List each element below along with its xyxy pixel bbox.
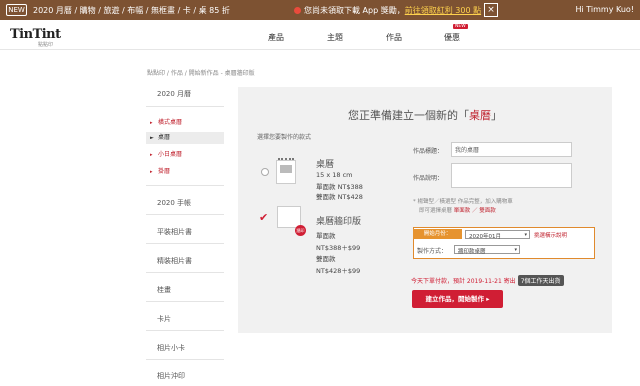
sidebar-cat-paperback-book[interactable]: 平裝相片書 (157, 227, 192, 237)
product-size: 15 x 18 cm (316, 171, 353, 179)
method-select[interactable]: 牆印款桌曆 ▾ (454, 245, 520, 255)
sidebar-divider (146, 330, 224, 331)
start-month-value: 2020年01月 (469, 234, 501, 240)
style-radio-desk[interactable] (261, 168, 269, 176)
start-month-label: 開始月份： (413, 229, 462, 239)
claim-bonus-link[interactable]: 前往領取紅利 300 點 (405, 6, 481, 15)
product-name: 桌曆 (316, 160, 335, 170)
sidebar-cat-photo-cards[interactable]: 相片小卡 (157, 343, 185, 353)
sidebar-item-label: 桌曆 (158, 134, 171, 141)
sidebar-item-landscape-calendar[interactable]: ▸ 橫式桌曆 (146, 117, 224, 129)
sidebar-divider (146, 359, 224, 360)
ship-info: 今天下單付款，預計 2019-11-21 寄出 7個工作天出貨 (411, 275, 564, 286)
sidebar-arrow-icon: ► (150, 135, 154, 141)
method-label: 製作方式： (417, 248, 448, 255)
sidebar-item-label: 橫式桌曆 (158, 119, 183, 126)
product-variant: 單面款 (316, 232, 336, 240)
promo-text[interactable]: 2020 月曆 / 購物 / 旅遊 / 布幅 / 無框畫 / 卡 / 桌 85 … (33, 5, 230, 16)
sidebar-item-label: 小日桌曆 (158, 151, 183, 158)
choose-style-label: 選擇您要製作的款式 (257, 134, 312, 141)
title-input[interactable]: 我的桌曆 (451, 142, 572, 157)
sidebar-divider (146, 243, 224, 244)
close-icon[interactable]: × (484, 3, 498, 17)
create-work-button[interactable]: 建立作品，開始製作 ▸ (412, 290, 503, 308)
sidebar-cat-planner[interactable]: 2020 手帳 (157, 198, 191, 208)
description-textarea[interactable] (451, 163, 572, 188)
nav-new-tag: NEW (453, 24, 468, 29)
sidebar-cat-hardcover-book[interactable]: 精裝相片書 (157, 256, 192, 266)
product-price: NT$428＋$99 (316, 267, 361, 275)
breadcrumb: 點點印 / 作品 / 開始新作品 - 桌曆牆印版 (147, 70, 255, 77)
nav-offers[interactable]: 優惠 (444, 32, 460, 43)
site-header: TinTint 點點印 產品 主題 作品 優惠 NEW (0, 20, 640, 50)
title-label: 作品標題： (413, 148, 444, 155)
sidebar-item-mini-calendar[interactable]: ▸ 小日桌曆 (146, 149, 224, 161)
sidebar-title[interactable]: 2020 月曆 (157, 89, 191, 99)
user-greeting[interactable]: Hi Timmy Kuo! (575, 5, 634, 14)
note-line-2: 即可選擇桌曆 單面款 ／ 雙面款 (419, 206, 496, 214)
product-price: NT$388＋$99 (316, 244, 361, 252)
sidebar-cat-hanging-print[interactable]: 桂畫 (157, 285, 171, 295)
desk-calendar-thumbnail[interactable] (276, 158, 296, 184)
start-month-hint[interactable]: 挑選橫示說明 (534, 231, 567, 239)
sidebar-item-wall-calendar[interactable]: ▸ 掛曆 (146, 166, 224, 178)
sidebar-divider (146, 272, 224, 273)
product-price: 雙面款 NT$428 (316, 193, 363, 201)
site-logo[interactable]: TinTint (10, 27, 61, 42)
sidebar-divider (146, 214, 224, 215)
sidebar-divider (146, 301, 224, 302)
sidebar-arrow-icon: ▸ (150, 152, 153, 158)
sidebar-divider (146, 185, 224, 186)
check-icon[interactable]: ✔ (259, 211, 268, 224)
top-promo-bar: NEW 2020 月曆 / 購物 / 旅遊 / 布幅 / 無框畫 / 卡 / 桌… (0, 0, 640, 20)
ship-date-text: 今天下單付款，預計 2019-11-21 寄出 (411, 278, 516, 285)
note-line-1: * 楊聲型／橫選型 作品完整，加入購物車 (413, 199, 513, 205)
sidebar-cat-photo-prints[interactable]: 相片沖印 (157, 371, 185, 381)
method-value: 牆印款桌曆 (458, 249, 486, 255)
nav-themes[interactable]: 主題 (327, 32, 343, 43)
app-promo-text: 您尚未領取下載 App 獎勵， (304, 6, 405, 15)
new-badge: NEW (6, 4, 27, 16)
sidebar-arrow-icon: ▸ (150, 169, 153, 175)
note-text: 即可選擇桌曆 (419, 208, 454, 214)
sidebar-cat-cards[interactable]: 卡片 (157, 314, 171, 324)
sidebar-arrow-icon: ▸ (150, 120, 153, 126)
product-name: 桌曆牆印版 (316, 217, 362, 227)
nav-products[interactable]: 產品 (268, 32, 284, 43)
sidebar-item-desk-calendar[interactable]: ► 桌曆 (146, 132, 224, 144)
product-price: 單面款 NT$388 (316, 183, 363, 191)
ship-days-badge: 7個工作天出貨 (517, 275, 564, 286)
stamp-badge: 牆印 (295, 225, 306, 236)
panel-title-prefix: 您正準備建立一個新的「 (348, 109, 469, 122)
sidebar-item-label: 掛曆 (158, 168, 171, 175)
nav-works[interactable]: 作品 (386, 32, 402, 43)
chevron-down-icon: ▾ (514, 247, 517, 253)
note-link[interactable]: 單面款 ／ 雙面款 (454, 208, 496, 214)
start-month-select[interactable]: 2020年01月 ▾ (465, 230, 530, 240)
description-label: 作品說明： (413, 175, 444, 182)
product-variant: 雙面款 (316, 255, 336, 263)
panel-title: 您正準備建立一個新的「桌曆」 (238, 107, 612, 123)
panel-title-suffix: 」 (491, 109, 502, 122)
site-logo-sub: 點點印 (38, 42, 54, 48)
chevron-down-icon: ▾ (524, 232, 527, 238)
sidebar-divider (146, 106, 224, 107)
app-reward-icon (294, 7, 301, 14)
app-promo: 您尚未領取下載 App 獎勵，前往領取紅利 300 點 (294, 5, 481, 16)
panel-title-keyword: 桌曆 (469, 109, 491, 122)
